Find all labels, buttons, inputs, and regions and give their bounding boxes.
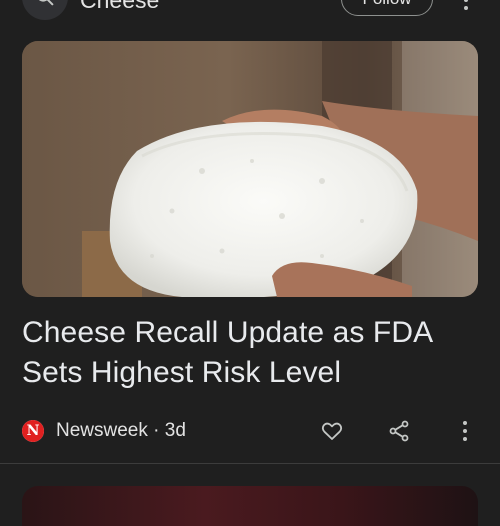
- newsweek-logo: N: [22, 420, 44, 442]
- cheese-photo: [22, 41, 478, 297]
- article-meta: N Newsweek · 3d: [22, 416, 478, 446]
- like-button[interactable]: [317, 416, 347, 446]
- search-icon: [38, 0, 54, 6]
- article-age: 3d: [164, 420, 186, 441]
- next-article-image[interactable]: [22, 486, 478, 526]
- divider: [0, 463, 500, 464]
- source-and-age: Newsweek · 3d: [56, 420, 186, 441]
- article-image[interactable]: [22, 41, 478, 297]
- search-button[interactable]: [22, 0, 68, 20]
- more-vert-icon[interactable]: [456, 0, 476, 14]
- heart-icon: [321, 422, 343, 440]
- topic-title: Cheese: [80, 0, 160, 13]
- source-name: Newsweek: [56, 420, 148, 441]
- share-button[interactable]: [384, 416, 414, 446]
- more-vert-icon[interactable]: [450, 416, 480, 446]
- article-headline[interactable]: Cheese Recall Update as FDA Sets Highest…: [22, 313, 478, 393]
- follow-button[interactable]: Follow: [341, 0, 433, 16]
- top-bar: Cheese Follow: [0, 0, 500, 24]
- share-icon: [389, 420, 409, 442]
